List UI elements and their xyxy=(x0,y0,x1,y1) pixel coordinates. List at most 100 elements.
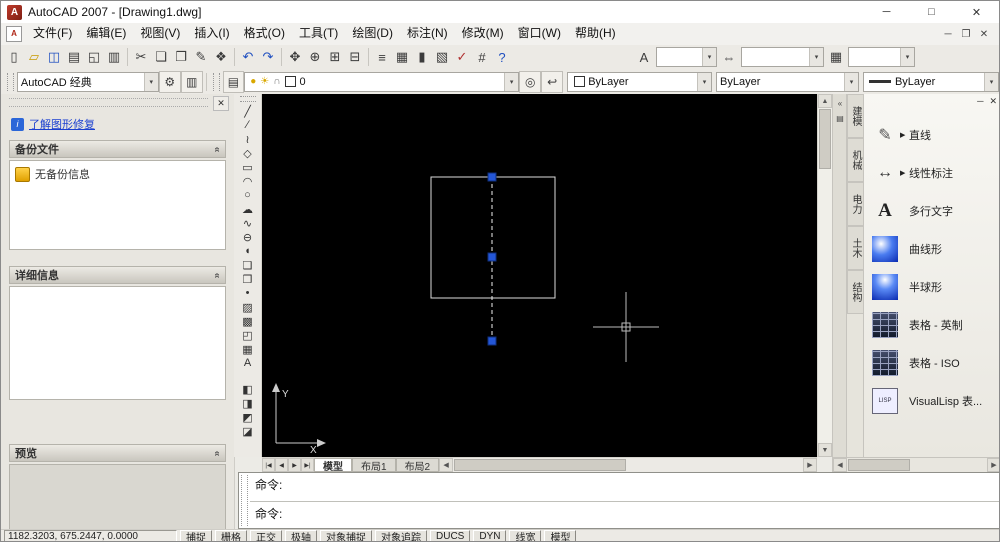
menu-item[interactable]: 视图(V) xyxy=(133,23,187,45)
horizontal-scrollbar[interactable]: ◀ ▶ xyxy=(439,458,817,472)
palette-properties-icon[interactable]: ▤ xyxy=(834,112,846,124)
model-tab[interactable]: 模型 xyxy=(314,458,352,473)
menu-item[interactable]: 插入(I) xyxy=(187,23,236,45)
insert-block-icon[interactable]: ❑ xyxy=(237,258,259,272)
prev-tab-button[interactable]: ◀ xyxy=(275,458,288,472)
copy-icon[interactable]: ❏ xyxy=(151,47,171,67)
palette-item-hemisphere[interactable]: 半球形 xyxy=(864,268,999,306)
revision-cloud-icon[interactable]: ☁ xyxy=(237,202,259,216)
palette-title-bar[interactable]: «▤ xyxy=(833,94,847,472)
dropdown-arrow-icon[interactable]: ▾ xyxy=(809,48,823,66)
ducs-toggle[interactable]: DUCS xyxy=(430,529,471,541)
osnap-toggle[interactable]: 对象捕捉 xyxy=(320,529,372,541)
palette-item-linear-dimension[interactable]: ↔ ▶ 线性标注 xyxy=(864,154,999,192)
help-icon[interactable]: ? xyxy=(492,47,512,67)
layout1-tab[interactable]: 布局1 xyxy=(352,458,396,473)
palette-autohide-icon[interactable]: « xyxy=(834,97,846,109)
coordinate-readout[interactable]: 1182.3203, 675.2447, 0.0000 xyxy=(4,529,177,541)
collapse-chevron-icon[interactable]: « xyxy=(212,450,223,456)
palette-item-table-imperial[interactable]: 表格 - 英制 xyxy=(864,306,999,344)
scroll-left-icon[interactable]: ◀ xyxy=(833,458,847,472)
vertical-scroll-thumb[interactable] xyxy=(819,109,831,169)
panel-close-button[interactable]: ✕ xyxy=(213,96,229,111)
markup-set-manager-icon[interactable]: ✓ xyxy=(452,47,472,67)
plot-icon[interactable]: ▤ xyxy=(64,47,84,67)
polygon-icon[interactable]: ◇ xyxy=(237,146,259,160)
point-icon[interactable]: • xyxy=(237,286,259,300)
draw-order-front-icon[interactable]: ◧ xyxy=(237,382,259,396)
palette-item-mtext[interactable]: A 多行文字 xyxy=(864,192,999,230)
toolbar-grip[interactable] xyxy=(7,72,14,91)
scroll-up-icon[interactable]: ▲ xyxy=(818,94,832,108)
table-icon[interactable]: ▦ xyxy=(237,342,259,356)
ellipse-arc-icon[interactable]: ◖ xyxy=(237,244,259,258)
mdi-restore-icon[interactable]: ❐ xyxy=(957,29,975,40)
command-grip[interactable] xyxy=(241,475,248,526)
polar-toggle[interactable]: 极轴 xyxy=(285,529,317,541)
ortho-toggle[interactable]: 正交 xyxy=(250,529,282,541)
workspace-save-icon[interactable]: ▥ xyxy=(180,70,203,93)
draw-order-below-icon[interactable]: ◪ xyxy=(237,424,259,438)
grip-top[interactable] xyxy=(487,172,497,182)
redo-icon[interactable]: ↷ xyxy=(258,47,278,67)
scroll-down-icon[interactable]: ▼ xyxy=(818,443,832,457)
preview-header[interactable]: 预览 « xyxy=(9,444,226,462)
linetype-combo[interactable]: ByLayer ▾ xyxy=(716,71,859,92)
panel-grip[interactable] xyxy=(9,98,208,107)
last-tab-button[interactable]: ▶| xyxy=(301,458,314,472)
menu-item[interactable]: 绘图(D) xyxy=(345,23,400,45)
otrack-toggle[interactable]: 对象追踪 xyxy=(375,529,427,541)
make-block-icon[interactable]: ❒ xyxy=(237,272,259,286)
undo-icon[interactable]: ↶ xyxy=(238,47,258,67)
first-tab-button[interactable]: |◀ xyxy=(262,458,275,472)
menu-item[interactable]: 工具(T) xyxy=(292,23,345,45)
new-file-icon[interactable]: ▯ xyxy=(4,47,24,67)
toolbar-grip[interactable] xyxy=(212,72,220,91)
collapse-chevron-icon[interactable]: « xyxy=(212,146,223,152)
close-button[interactable]: ✕ xyxy=(954,1,999,23)
construction-line-icon[interactable]: ∕ xyxy=(237,118,259,132)
maximize-button[interactable]: □ xyxy=(909,1,954,23)
properties-icon[interactable]: ≡ xyxy=(372,47,392,67)
publish-icon[interactable]: ▥ xyxy=(104,47,124,67)
cut-icon[interactable]: ✂ xyxy=(131,47,151,67)
multiline-text-icon[interactable]: A xyxy=(237,356,259,370)
details-header[interactable]: 详细信息 « xyxy=(9,266,226,284)
vertical-scroll-track[interactable] xyxy=(818,170,832,443)
menu-item[interactable]: 帮助(H) xyxy=(568,23,623,45)
layer-previous-icon[interactable]: ↩ xyxy=(541,70,564,93)
mdi-minimize-icon[interactable]: ─ xyxy=(939,29,957,40)
scroll-left-icon[interactable]: ◀ xyxy=(439,458,454,472)
dyn-toggle[interactable]: DYN xyxy=(473,529,507,541)
dropdown-arrow-icon[interactable]: ▾ xyxy=(843,72,858,91)
menu-item[interactable]: 编辑(E) xyxy=(79,23,133,45)
circle-icon[interactable]: ○ xyxy=(237,188,259,202)
palette-tab[interactable]: 结构 xyxy=(847,270,863,314)
toolbar-grip[interactable] xyxy=(239,96,256,102)
menu-item[interactable]: 文件(F) xyxy=(26,23,79,45)
layout2-tab[interactable]: 布局2 xyxy=(395,458,440,473)
draw-order-above-icon[interactable]: ◩ xyxy=(237,410,259,424)
palette-scroll-thumb[interactable] xyxy=(848,459,910,471)
palette-close-icon[interactable]: ✕ xyxy=(989,96,997,107)
drawing-canvas[interactable]: Y X xyxy=(262,94,817,457)
palette-item-curved[interactable]: 曲线形 xyxy=(864,230,999,268)
palette-item-table-iso[interactable]: 表格 - ISO xyxy=(864,344,999,382)
tool-palettes-icon[interactable]: ▮ xyxy=(412,47,432,67)
scroll-right-icon[interactable]: ▶ xyxy=(803,458,817,472)
horizontal-scroll-track[interactable] xyxy=(627,458,803,472)
zoom-previous-icon[interactable]: ⊟ xyxy=(345,47,365,67)
zoom-window-icon[interactable]: ⊞ xyxy=(325,47,345,67)
mdi-close-icon[interactable]: ✕ xyxy=(975,29,993,40)
scroll-right-icon[interactable]: ▶ xyxy=(987,458,999,472)
text-style-combo[interactable]: ▾ xyxy=(656,47,717,67)
palette-tab[interactable]: 土木 xyxy=(847,226,863,270)
layer-properties-manager-icon[interactable]: ▤ xyxy=(222,70,245,93)
quickcalc-icon[interactable]: # xyxy=(472,47,492,67)
layer-combo[interactable]: ● ☀ ∩ 0 ▾ xyxy=(244,71,520,92)
recovery-help-link[interactable]: 了解图形修复 xyxy=(29,116,95,132)
sheet-set-manager-icon[interactable]: ▧ xyxy=(432,47,452,67)
paste-icon[interactable]: ❐ xyxy=(171,47,191,67)
palette-item-line[interactable]: ✎ ▶ 直线 xyxy=(864,116,999,154)
dropdown-arrow-icon[interactable]: ▾ xyxy=(702,48,716,66)
